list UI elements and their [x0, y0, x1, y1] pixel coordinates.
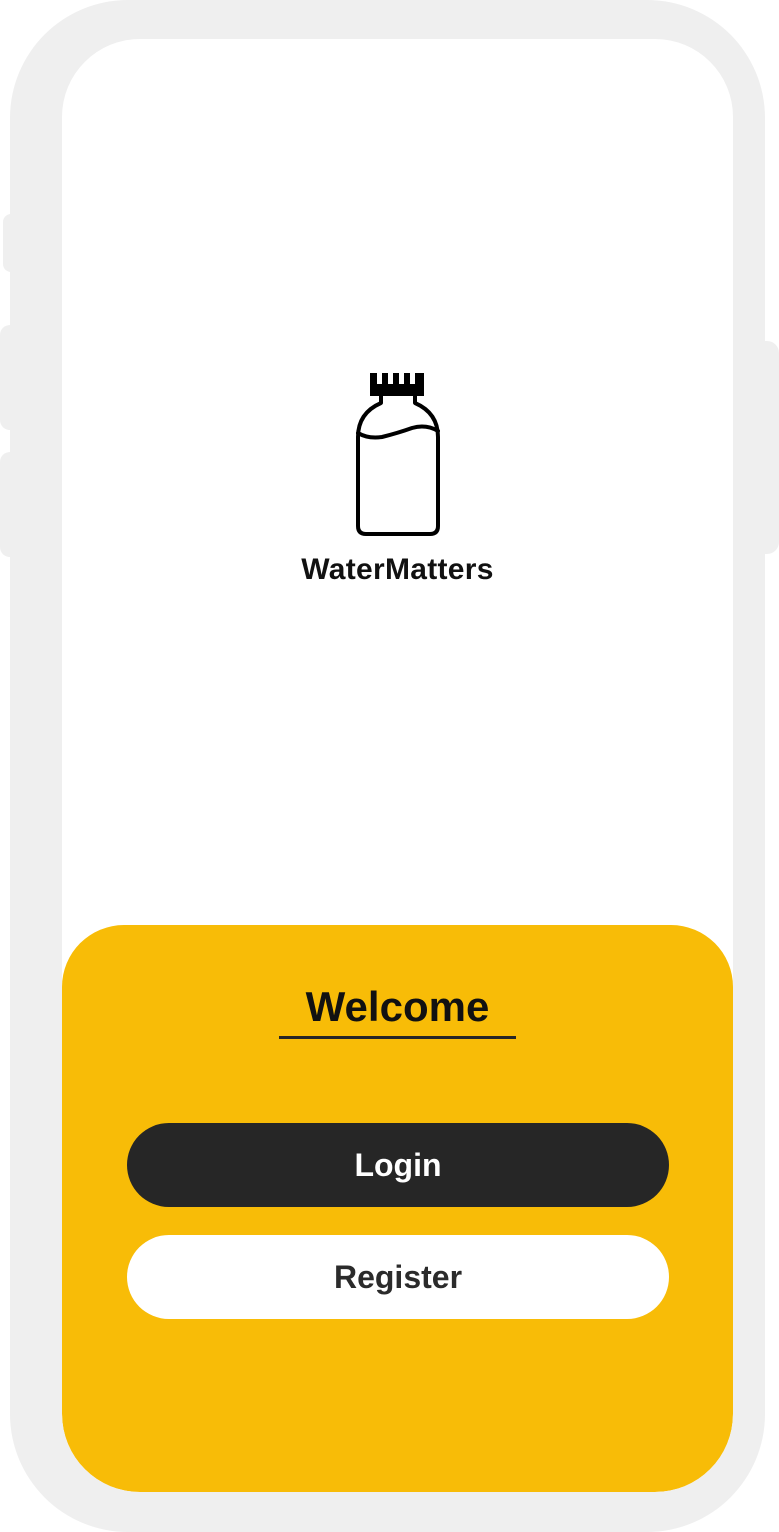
- welcome-panel: Welcome Login Register: [62, 925, 733, 1492]
- app-name: WaterMatters: [301, 553, 494, 586]
- register-button[interactable]: Register: [127, 1235, 669, 1319]
- login-button[interactable]: Login: [127, 1123, 669, 1207]
- water-bottle-icon: [355, 373, 440, 536]
- app-screen: WaterMatters Welcome Login Register: [62, 39, 733, 1492]
- phone-frame: WaterMatters Welcome Login Register: [10, 0, 765, 1532]
- welcome-underline: [279, 1036, 516, 1039]
- side-button-power: [763, 341, 779, 554]
- welcome-title: Welcome: [305, 983, 490, 1030]
- app-logo: WaterMatters: [62, 371, 733, 587]
- device-mockup: WaterMatters Welcome Login Register: [0, 0, 779, 1532]
